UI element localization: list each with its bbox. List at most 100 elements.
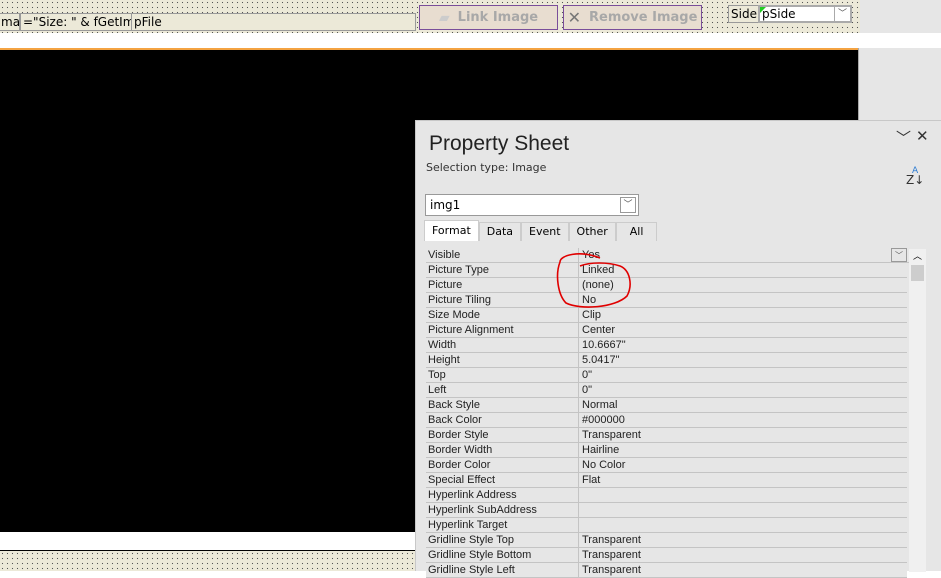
property-value[interactable]: #000000: [579, 413, 907, 427]
property-name: Hyperlink Target: [426, 518, 579, 532]
property-name: Hyperlink Address: [426, 488, 579, 502]
form-footer-section: [0, 550, 415, 571]
property-name: Top: [426, 368, 579, 382]
selection-type: Selection type: Image: [426, 161, 547, 174]
property-row[interactable]: Back Style Normal: [426, 398, 907, 413]
property-value[interactable]: Transparent: [579, 563, 907, 577]
object-selector[interactable]: img1 ﹀: [425, 194, 639, 216]
property-row[interactable]: Border Color No Color: [426, 458, 907, 473]
property-name: Height: [426, 353, 579, 367]
property-name: Width: [426, 338, 579, 352]
scroll-up-icon[interactable]: ︿: [909, 249, 926, 265]
tab-data[interactable]: Data: [478, 222, 522, 241]
property-name: Visible: [426, 248, 579, 262]
chevron-down-icon[interactable]: ﹀: [834, 7, 850, 21]
property-name: Picture: [426, 278, 579, 292]
property-name: Border Width: [426, 443, 579, 457]
chevron-down-icon[interactable]: ﹀: [896, 127, 911, 148]
property-row[interactable]: Size Mode Clip: [426, 308, 907, 323]
side-value: pSide: [762, 7, 796, 21]
property-name: Hyperlink SubAddress: [426, 503, 579, 517]
property-name: Back Color: [426, 413, 579, 427]
chevron-down-icon[interactable]: ﹀: [620, 197, 636, 213]
textbox-image-name[interactable]: mag: [0, 13, 20, 31]
property-value[interactable]: [579, 518, 907, 532]
property-row[interactable]: Picture Alignment Center: [426, 323, 907, 338]
property-row[interactable]: Special Effect Flat: [426, 473, 907, 488]
property-name: Back Style: [426, 398, 579, 412]
link-image-button[interactable]: ▰ Link Image: [419, 5, 558, 30]
property-name: Picture Tiling: [426, 293, 579, 307]
scrollbar[interactable]: ︿: [909, 249, 926, 572]
property-value[interactable]: [579, 488, 907, 502]
textbox-pfile[interactable]: pFile: [131, 13, 416, 31]
side-combobox[interactable]: pSide ﹀: [758, 5, 852, 23]
property-name: Left: [426, 383, 579, 397]
property-value[interactable]: Flat: [579, 473, 907, 487]
property-value[interactable]: Transparent: [579, 533, 907, 547]
tab-all[interactable]: All: [615, 222, 658, 241]
property-grid: Visible Yes ﹀ Picture Type Linked Picture (non…: [426, 248, 924, 578]
property-name: Gridline Style Left: [426, 563, 579, 577]
property-tabs: Format Data Event Other All: [424, 220, 658, 241]
tab-other[interactable]: Other: [568, 222, 616, 241]
property-value[interactable]: Yes: [579, 248, 891, 262]
close-icon[interactable]: ✕: [916, 127, 929, 145]
property-sheet-panel: Property Sheet ﹀ ✕ Selection type: Image…: [415, 120, 941, 578]
sort-az-icon[interactable]: A Z↓: [906, 165, 924, 187]
tab-format[interactable]: Format: [424, 220, 479, 241]
property-name: Special Effect: [426, 473, 579, 487]
property-value[interactable]: Transparent: [579, 428, 907, 442]
property-name: Size Mode: [426, 308, 579, 322]
property-value[interactable]: 10.6667": [579, 338, 907, 352]
property-value[interactable]: No: [579, 293, 907, 307]
textbox-size[interactable]: ="Size: " & fGetIma: [20, 13, 132, 31]
x-icon: ✕: [567, 8, 581, 27]
property-row[interactable]: Width 10.6667": [426, 338, 907, 353]
property-name: Picture Type: [426, 263, 579, 277]
chevron-down-icon[interactable]: ﹀: [891, 248, 907, 262]
property-row[interactable]: Back Color #000000: [426, 413, 907, 428]
folder-icon: ▰: [438, 9, 450, 26]
property-value[interactable]: 0": [579, 368, 907, 382]
remove-image-button[interactable]: ✕ Remove Image: [563, 5, 702, 30]
background-area: [860, 0, 941, 33]
error-flag-icon: [760, 7, 766, 13]
side-label: Side: [728, 5, 760, 23]
property-value[interactable]: Clip: [579, 308, 907, 322]
property-row[interactable]: Picture (none): [426, 278, 907, 293]
property-row[interactable]: Top 0": [426, 368, 907, 383]
property-row[interactable]: Hyperlink Target: [426, 518, 907, 533]
property-sheet-title: Property Sheet: [429, 132, 570, 155]
property-row[interactable]: Visible Yes ﹀: [426, 248, 924, 263]
property-value[interactable]: Hairline: [579, 443, 907, 457]
property-row[interactable]: Height 5.0417": [426, 353, 907, 368]
link-image-label: Link Image: [457, 10, 539, 25]
property-row[interactable]: Hyperlink Address: [426, 488, 907, 503]
scroll-thumb[interactable]: [911, 265, 924, 281]
property-value[interactable]: (none): [579, 278, 907, 292]
property-row[interactable]: Picture Type Linked: [426, 263, 907, 278]
property-row[interactable]: Hyperlink SubAddress: [426, 503, 907, 518]
property-value[interactable]: 5.0417": [579, 353, 907, 367]
property-value[interactable]: [579, 503, 907, 517]
property-value[interactable]: 0": [579, 383, 907, 397]
property-value[interactable]: Transparent: [579, 548, 907, 562]
property-value[interactable]: Normal: [579, 398, 907, 412]
property-name: Border Style: [426, 428, 579, 442]
remove-image-label: Remove Image: [589, 10, 698, 25]
property-value[interactable]: Linked: [579, 263, 907, 277]
form-header-section: mag ="Size: " & fGetIma pFile ▰ Link Ima…: [0, 0, 860, 33]
property-row[interactable]: Picture Tiling No: [426, 293, 907, 308]
tab-event[interactable]: Event: [521, 222, 569, 241]
property-name: Gridline Style Top: [426, 533, 579, 547]
property-row[interactable]: Left 0": [426, 383, 907, 398]
property-row[interactable]: Gridline Style Top Transparent: [426, 533, 907, 548]
property-value[interactable]: No Color: [579, 458, 907, 472]
property-name: Gridline Style Bottom: [426, 548, 579, 562]
property-name: Picture Alignment: [426, 323, 579, 337]
property-value[interactable]: Center: [579, 323, 907, 337]
property-row[interactable]: Border Width Hairline: [426, 443, 907, 458]
property-row[interactable]: Border Style Transparent: [426, 428, 907, 443]
property-row[interactable]: Gridline Style Bottom Transparent: [426, 548, 907, 563]
